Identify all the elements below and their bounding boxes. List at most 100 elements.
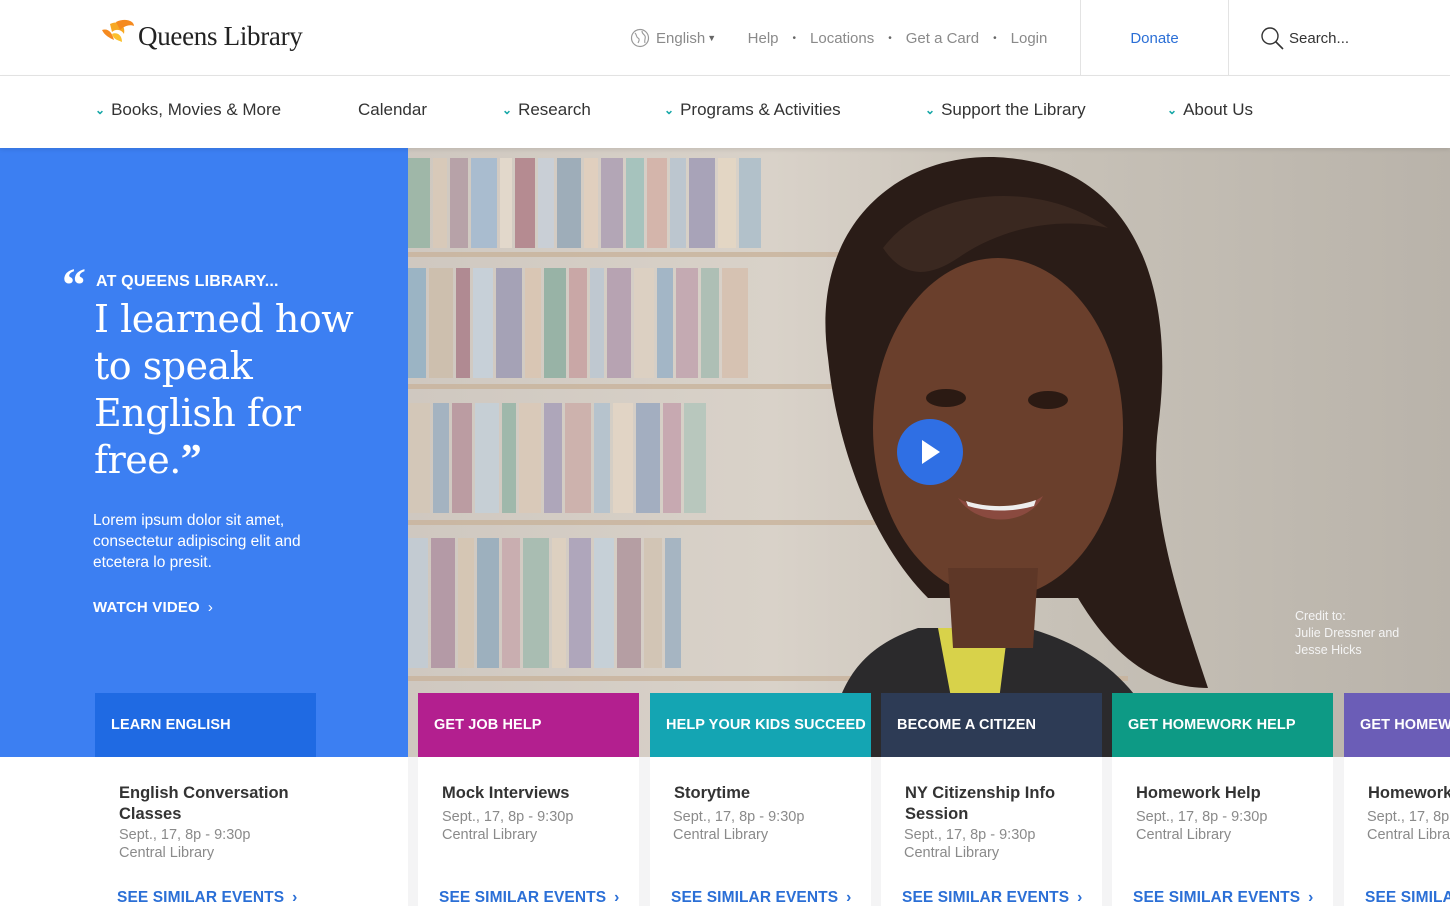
play-video-button[interactable] bbox=[897, 419, 963, 485]
language-label: English bbox=[656, 29, 706, 47]
get-a-card-link[interactable]: Get a Card bbox=[906, 30, 979, 47]
event-location: Central Library bbox=[904, 845, 1000, 861]
chevron-right-icon: › bbox=[1077, 889, 1083, 906]
event-title[interactable]: Storytime bbox=[674, 783, 864, 804]
donate-button[interactable]: Donate bbox=[1080, 0, 1229, 76]
credit-line: Julie Dressner and bbox=[1295, 626, 1400, 640]
chevron-right-icon: › bbox=[1308, 889, 1314, 906]
nav-label: Support the Library bbox=[941, 100, 1086, 119]
event-card: Storytime Sept., 17, 8p - 9:30p Central … bbox=[650, 757, 871, 906]
nav-books-movies-more[interactable]: ⌄ Books, Movies & More bbox=[95, 100, 281, 120]
caret-down-icon: ▼ bbox=[707, 33, 717, 43]
chevron-right-icon: › bbox=[846, 889, 852, 906]
event-title[interactable]: NY Citizenship Info Session bbox=[905, 783, 1085, 825]
event-date: Sept., 17, 8p - 9:30p bbox=[1367, 809, 1450, 825]
event-date: Sept., 17, 8p - 9:30p bbox=[904, 827, 1036, 843]
login-link[interactable]: Login bbox=[1011, 30, 1048, 47]
event-location: Central Library bbox=[1367, 827, 1450, 843]
page: Queens Library English ▼ • Help • Locati… bbox=[0, 0, 1450, 906]
chevron-right-icon: › bbox=[292, 889, 298, 906]
link-label: SEE SIMILAR EVENTS bbox=[671, 889, 839, 906]
nav-calendar[interactable]: Calendar bbox=[358, 100, 427, 120]
event-date: Sept., 17, 8p - 9:30p bbox=[673, 809, 805, 825]
see-similar-events-link[interactable]: SEE SIMILAR EVENTS › bbox=[117, 889, 297, 906]
see-similar-events-link[interactable]: SEE SIMILAR EVENTS › bbox=[1133, 889, 1313, 906]
top-bar: Queens Library English ▼ • Help • Locati… bbox=[0, 0, 1450, 76]
tab-help-your-kids-succeed[interactable]: HELP YOUR KIDS SUCCEED bbox=[650, 693, 871, 757]
nav-label: Research bbox=[518, 100, 591, 119]
nav-label: About Us bbox=[1183, 100, 1253, 119]
utility-nav: English ▼ • Help • Locations • Get a Car… bbox=[630, 28, 1047, 48]
search-icon bbox=[1261, 27, 1284, 50]
tab-get-homework-help-2[interactable]: GET HOMEWORK HELP bbox=[1344, 693, 1450, 757]
language-selector[interactable]: English ▼ bbox=[630, 28, 716, 48]
event-title[interactable]: Homework Help bbox=[1368, 783, 1450, 804]
tab-get-homework-help[interactable]: GET HOMEWORK HELP bbox=[1112, 693, 1333, 757]
separator-dot: • bbox=[792, 32, 797, 44]
search-box[interactable]: Search... bbox=[1260, 26, 1349, 50]
site-logo[interactable]: Queens Library bbox=[100, 18, 303, 51]
tab-get-job-help[interactable]: GET JOB HELP bbox=[418, 693, 639, 757]
see-similar-events-link[interactable]: SEE SIMILAR EVENTS › bbox=[671, 889, 851, 906]
event-card: English Conversation Classes Sept., 17, … bbox=[0, 757, 408, 906]
chevron-right-icon: › bbox=[614, 889, 620, 906]
tab-become-a-citizen[interactable]: BECOME A CITIZEN bbox=[881, 693, 1102, 757]
see-similar-events-link[interactable]: SEE SIMILAR EVENTS › bbox=[439, 889, 619, 906]
link-label: SEE SIMILAR EVENTS bbox=[1133, 889, 1301, 906]
see-similar-events-link[interactable]: SEE SIMILAR EVENTS› bbox=[1365, 889, 1450, 906]
chevron-down-icon: ⌄ bbox=[925, 103, 936, 117]
person-portrait bbox=[825, 157, 1208, 758]
photo-credit: Credit to: Julie Dressner and Jesse Hick… bbox=[1295, 608, 1399, 659]
event-date: Sept., 17, 8p - 9:30p bbox=[442, 809, 574, 825]
chevron-down-icon: ⌄ bbox=[664, 103, 675, 117]
globe-icon bbox=[630, 28, 650, 48]
chevron-right-icon: › bbox=[207, 599, 214, 616]
event-date: Sept., 17, 8p - 9:30p bbox=[1136, 809, 1268, 825]
separator-dot: • bbox=[888, 32, 892, 44]
watch-video-link[interactable]: WATCH VIDEO › bbox=[93, 599, 213, 616]
play-icon bbox=[922, 440, 940, 464]
event-location: Central Library bbox=[442, 827, 538, 843]
nav-research[interactable]: ⌄ Research bbox=[502, 100, 591, 120]
separator-dot: • bbox=[993, 32, 997, 44]
chevron-down-icon: ⌄ bbox=[502, 103, 513, 117]
tab-learn-english[interactable]: LEARN ENGLISH bbox=[95, 693, 316, 757]
locations-link[interactable]: Locations bbox=[810, 30, 874, 47]
see-similar-events-link[interactable]: SEE SIMILAR EVENTS › bbox=[902, 889, 1082, 906]
link-label: SEE SIMILAR EVENTS bbox=[439, 889, 607, 906]
hero-quote-text: I learned how to speak English for free. bbox=[94, 297, 354, 482]
hero-description: Lorem ipsum dolor sit amet, consectetur … bbox=[93, 512, 301, 571]
event-date: Sept., 17, 8p - 9:30p bbox=[119, 827, 251, 843]
nav-support-the-library[interactable]: ⌄ Support the Library bbox=[925, 100, 1086, 120]
link-label: SEE SIMILAR EVENTS bbox=[117, 889, 285, 906]
chevron-down-icon: ⌄ bbox=[1167, 103, 1178, 117]
credit-line: Jesse Hicks bbox=[1295, 643, 1362, 657]
nav-label: Books, Movies & More bbox=[111, 100, 282, 119]
nav-label: Calendar bbox=[358, 100, 427, 119]
event-card: Homework Help Sept., 17, 8p - 9:30p Cent… bbox=[1112, 757, 1333, 906]
logo-text: Queens Library bbox=[138, 21, 303, 51]
event-location: Central Library bbox=[119, 845, 215, 861]
link-label: SEE SIMILAR EVENTS bbox=[1365, 889, 1450, 906]
search-input[interactable]: Search... bbox=[1289, 30, 1349, 47]
event-card: NY Citizenship Info Session Sept., 17, 8… bbox=[881, 757, 1102, 906]
hero-quote: I learned how to speak English for free.… bbox=[94, 296, 364, 484]
event-title[interactable]: Homework Help bbox=[1136, 783, 1326, 804]
hero-eyebrow: AT QUEENS LIBRARY... bbox=[96, 273, 279, 290]
open-quote-icon: “ bbox=[62, 259, 86, 312]
nav-programs-activities[interactable]: ⌄ Programs & Activities bbox=[664, 100, 841, 120]
credit-line: Credit to: bbox=[1295, 609, 1346, 623]
watch-video-label: WATCH VIDEO bbox=[93, 599, 200, 616]
chevron-down-icon: ⌄ bbox=[95, 103, 106, 117]
event-title[interactable]: Mock Interviews bbox=[442, 783, 632, 804]
event-location: Central Library bbox=[673, 827, 769, 843]
event-title[interactable]: English Conversation Classes bbox=[119, 783, 319, 825]
event-location: Central Library bbox=[1136, 827, 1232, 843]
event-card: Homework Help Sept., 17, 8p - 9:30p Cent… bbox=[1344, 757, 1450, 906]
link-label: SEE SIMILAR EVENTS bbox=[902, 889, 1070, 906]
main-nav: ⌄ Books, Movies & More Calendar ⌄ Resear… bbox=[0, 76, 1450, 148]
nav-about-us[interactable]: ⌄ About Us bbox=[1167, 100, 1253, 120]
event-card: Mock Interviews Sept., 17, 8p - 9:30p Ce… bbox=[418, 757, 639, 906]
logo-flame-icon bbox=[102, 19, 134, 42]
help-link[interactable]: Help bbox=[748, 30, 779, 47]
